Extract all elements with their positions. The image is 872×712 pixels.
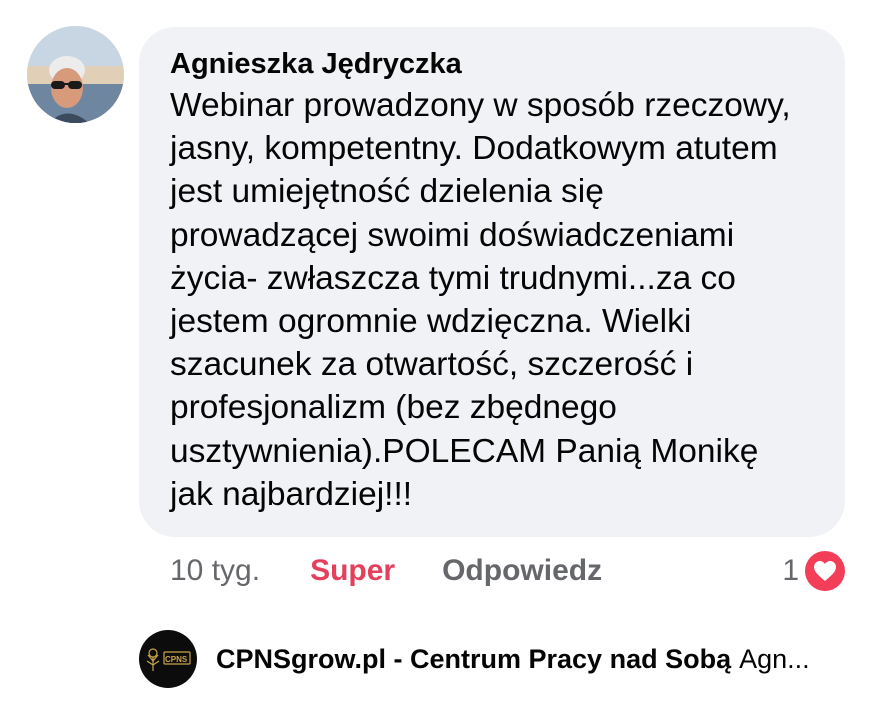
page-logo-avatar[interactable]: CPNS — [139, 630, 197, 688]
comment-line: jasny, kompetentny. Dodatkowym atutem — [170, 130, 778, 168]
svg-text:CPNS: CPNS — [165, 655, 188, 664]
comment-line: Webinar prowadzony w sposób rzeczowy, — [170, 87, 791, 124]
tree-logo-icon: CPNS — [146, 648, 191, 671]
heart-icon — [805, 551, 845, 591]
comment-line: jest umiejętność dzielenia się — [170, 173, 604, 211]
comment-line: szacunek za otwartość, szczerość i — [170, 346, 694, 384]
comment-thread: Agnieszka Jędryczka Webinar prowadzony w… — [0, 0, 872, 712]
comment-author[interactable]: Agnieszka Jędryczka — [170, 44, 823, 84]
profile-photo-icon — [27, 26, 124, 123]
comment-timestamp[interactable]: 10 tyg. — [170, 554, 260, 588]
comment-bubble: Agnieszka Jędryczka Webinar prowadzony w… — [139, 27, 845, 537]
reply-snippet: Agn... — [739, 643, 810, 674]
reaction-summary[interactable]: 1 — [782, 548, 845, 594]
comment-text: Webinar prowadzony w sposób rzeczowy, ja… — [170, 84, 823, 516]
comment-line: prowadzącej swoimi doświadczeniami — [170, 216, 735, 254]
comment-line: jestem ogromnie wdzięczna. Wielki — [170, 303, 692, 341]
reply-text: CPNSgrow.pl - Centrum Pracy nad Sobą Agn.… — [216, 644, 810, 675]
reply-author[interactable]: CPNSgrow.pl - Centrum Pracy nad Sobą — [216, 644, 731, 674]
reply-preview[interactable]: CPNS CPNSgrow.pl - Centrum Pracy nad Sob… — [139, 630, 849, 688]
reaction-count: 1 — [782, 554, 799, 587]
commenter-avatar[interactable] — [27, 26, 124, 123]
comment-actions: 10 tyg. Super Odpowiedz — [170, 548, 602, 594]
comment-line: życia- zwłaszcza tymi trudnymi...za co — [170, 259, 736, 297]
comment-line: profesjonalizm (bez zbędnego — [170, 389, 617, 427]
react-button[interactable]: Super — [310, 554, 395, 588]
comment-line: jak najbardziej!!! — [170, 475, 413, 513]
reply-button[interactable]: Odpowiedz — [442, 554, 602, 588]
comment-line: usztywnienia).POLECAM Panią Monikę — [170, 432, 759, 470]
